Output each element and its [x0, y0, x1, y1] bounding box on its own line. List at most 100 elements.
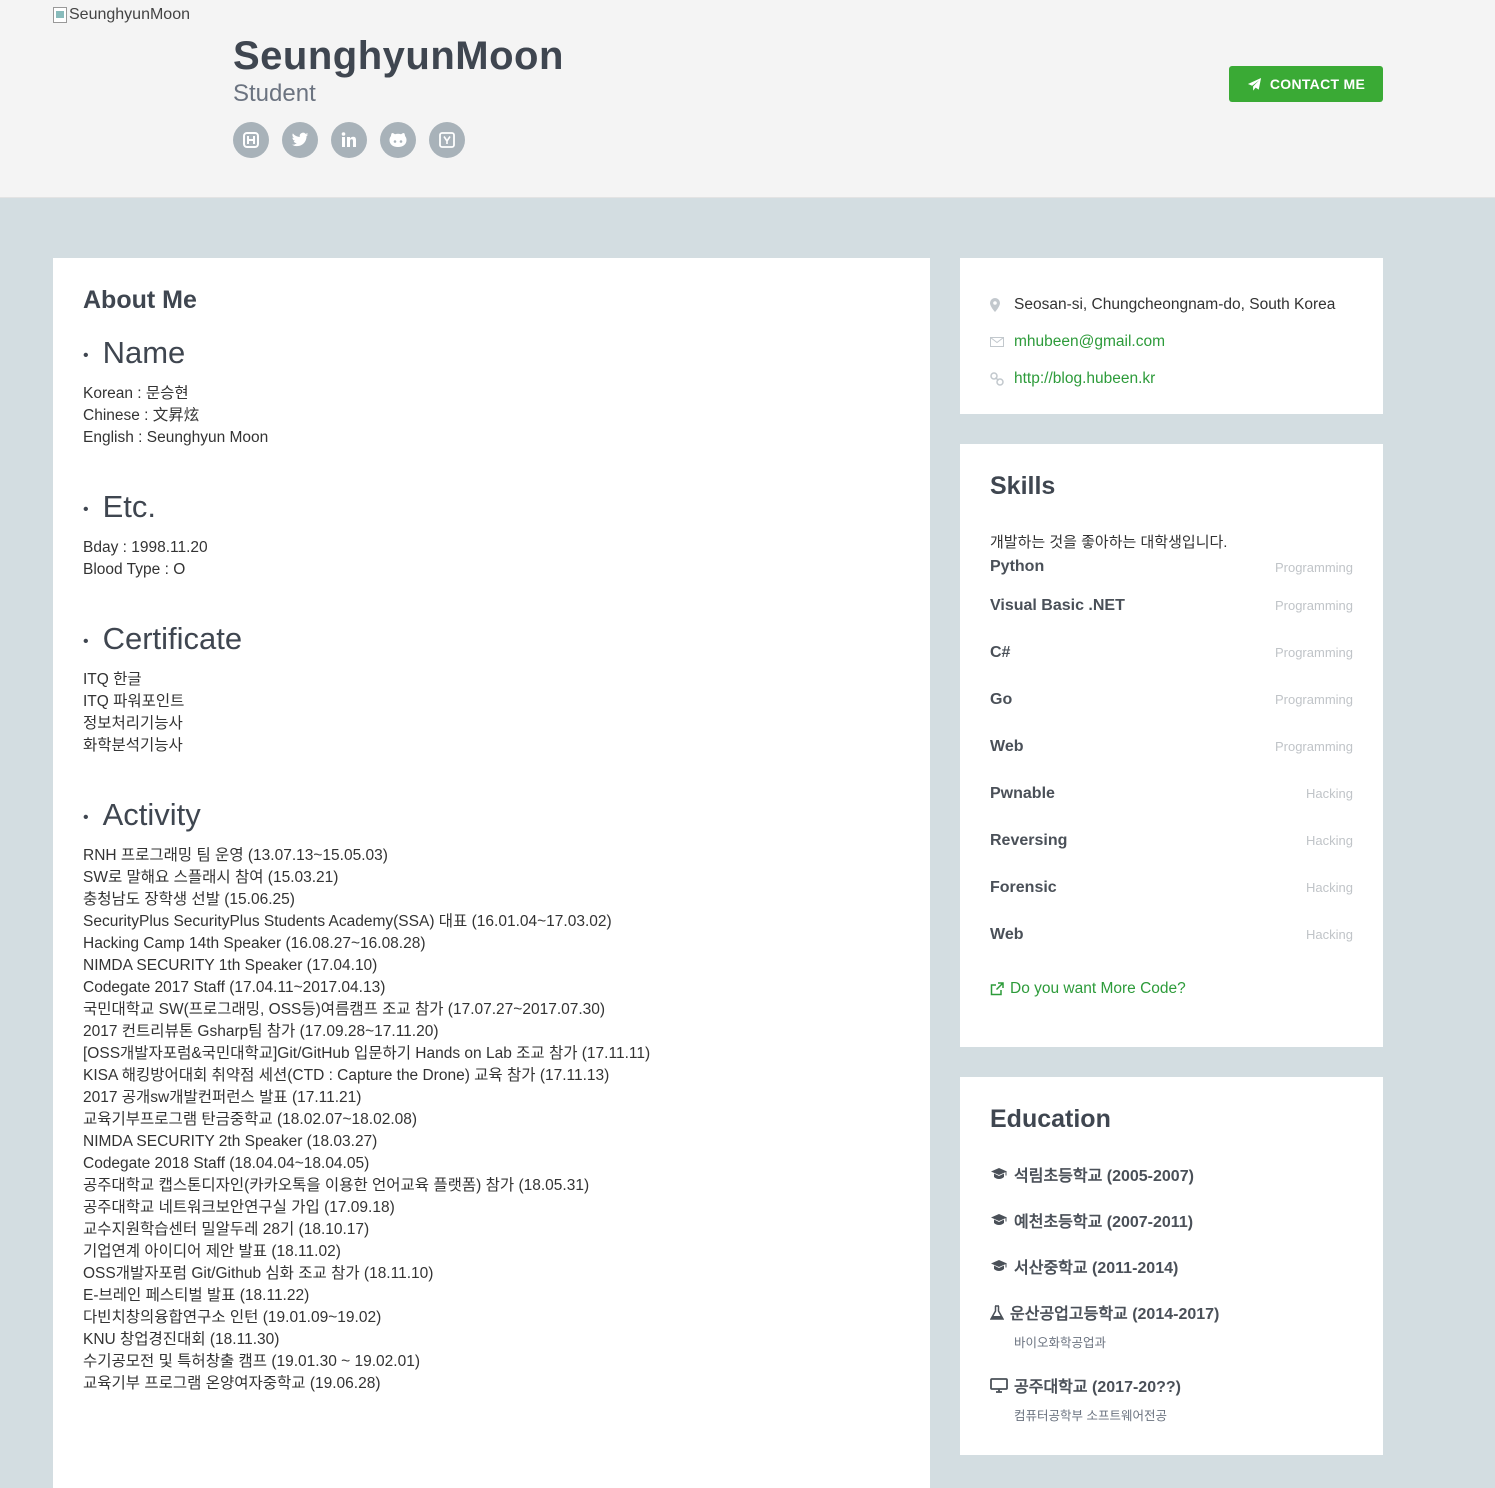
- skill-name: Web: [990, 925, 1024, 943]
- skill-category: Hacking: [1306, 927, 1353, 942]
- education-item: 서산중학교 (2011-2014): [990, 1254, 1353, 1278]
- skill-name: Forensic: [990, 878, 1057, 896]
- activity-item: 공주대학교 네트워크보안연구실 가입 (17.09.18): [83, 1199, 395, 1216]
- contact-info-card: Seosan-si, Chungcheongnam-do, South Kore…: [960, 258, 1383, 414]
- education-item: 운산공업고등학교 (2014-2017) 바이오화학공업과: [990, 1300, 1353, 1351]
- skill-category: Hacking: [1306, 786, 1353, 801]
- activity-item: NIMDA SECURITY 2th Speaker (18.03.27): [83, 1133, 378, 1150]
- hashnode-icon[interactable]: [233, 122, 269, 158]
- github-icon[interactable]: [380, 122, 416, 158]
- section-heading: Name: [83, 335, 900, 371]
- education-card: Education 석림초등학교 (2005-2007) 예천초등학교 (2007…: [960, 1077, 1383, 1455]
- skill-row: Forensic Hacking: [990, 864, 1353, 911]
- skill-row: Reversing Hacking: [990, 817, 1353, 864]
- school-major: 바이오화학공업과: [1014, 1336, 1107, 1350]
- more-code-link[interactable]: Do you want More Code?: [990, 980, 1353, 998]
- hackernews-icon[interactable]: [429, 122, 465, 158]
- activity-item: NIMDA SECURITY 1th Speaker (17.04.10): [83, 957, 378, 974]
- activity-item: Codegate 2018 Staff (18.04.04~18.04.05): [83, 1155, 370, 1172]
- skills-card: Skills 개발하는 것을 좋아하는 대학생입니다. Python Progra…: [960, 444, 1383, 1047]
- skill-name: Reversing: [990, 831, 1068, 849]
- activity-item: 교수지원학습센터 밀알두레 28기 (18.10.17): [83, 1221, 370, 1238]
- more-code-label: Do you want More Code?: [1010, 980, 1186, 997]
- activity-item: 국민대학교 SW(프로그래밍, OSS등)여름캠프 조교 참가 (17.07.2…: [83, 1001, 606, 1018]
- email-row: mhubeen@gmail.com: [990, 323, 1353, 360]
- graduation-cap-icon: [990, 1213, 1008, 1227]
- paper-plane-icon: [1247, 77, 1261, 91]
- skill-category: Programming: [1274, 645, 1353, 660]
- activity-item: SW로 말해요 스플래시 참여 (15.03.21): [83, 869, 339, 886]
- activity-item: 2017 공개sw개발컨퍼런스 발표 (17.11.21): [83, 1089, 362, 1106]
- skill-name: Go: [990, 690, 1013, 708]
- about-line: ITQ 한글: [83, 671, 142, 688]
- education-item: 예천초등학교 (2007-2011): [990, 1208, 1353, 1232]
- skills-title: Skills: [990, 472, 1056, 500]
- avatar-alt-text: SeunghyunMoon: [69, 6, 190, 23]
- location-text: Seosan-si, Chungcheongnam-do, South Kore…: [1014, 295, 1336, 313]
- skill-category: Programming: [1274, 739, 1353, 754]
- skill-row: Python Programming: [990, 552, 1353, 582]
- linkedin-icon[interactable]: [331, 122, 367, 158]
- skill-name: Pwnable: [990, 784, 1055, 802]
- skill-name: Python: [990, 558, 1045, 575]
- social-links: [233, 122, 465, 158]
- activity-item: [OSS개발자포럼&국민대학교]Git/GitHub 입문하기 Hands on…: [83, 1045, 651, 1062]
- skill-row: Web Programming: [990, 723, 1353, 770]
- education-item: 석림초등학교 (2005-2007): [990, 1162, 1353, 1186]
- location-row: Seosan-si, Chungcheongnam-do, South Kore…: [990, 286, 1353, 323]
- skill-row: Pwnable Hacking: [990, 770, 1353, 817]
- about-me-title: About Me: [83, 286, 197, 314]
- section-heading: Etc.: [83, 489, 900, 525]
- education-title-row: 공주대학교 (2017-20??): [990, 1373, 1353, 1397]
- about-line: 화학분석기능사: [83, 737, 183, 754]
- skill-category: Programming: [1274, 598, 1353, 613]
- about-me-card: About Me Name Korean : 문승현 Chinese : 文昇炫…: [53, 258, 930, 1488]
- activity-item: 교육기부프로그램 탄금중학교 (18.02.07~18.02.08): [83, 1111, 418, 1128]
- about-section-name: Name Korean : 문승현 Chinese : 文昇炫 English …: [83, 335, 900, 449]
- skill-row: Web Hacking: [990, 911, 1353, 958]
- education-title: Education: [990, 1105, 1111, 1133]
- website-link[interactable]: http://blog.hubeen.kr: [1014, 370, 1155, 388]
- flask-icon: [990, 1304, 1004, 1320]
- activity-item: 공주대학교 캡스톤디자인(카카오톡을 이용한 언어교육 플랫폼) 참가 (18.…: [83, 1177, 590, 1194]
- about-line: 정보처리기능사: [83, 715, 183, 732]
- graduation-cap-icon: [990, 1167, 1008, 1181]
- activity-item: 충청남도 장학생 선발 (15.06.25): [83, 891, 295, 908]
- section-heading: Certificate: [83, 621, 900, 657]
- skill-category: Hacking: [1306, 880, 1353, 895]
- skill-name: Web: [990, 737, 1024, 755]
- activity-item: 수기공모전 및 특허창출 캠프 (19.01.30 ~ 19.02.01): [83, 1353, 421, 1370]
- profile-header: SeunghyunMoon SeunghyunMoon Student CONT…: [0, 0, 1495, 198]
- activity-item: 다빈치창의융합연구소 인턴 (19.01.09~19.02): [83, 1309, 382, 1326]
- skill-name: Visual Basic .NET: [990, 596, 1125, 614]
- skill-row: C# Programming: [990, 629, 1353, 676]
- desktop-icon: [990, 1377, 1008, 1393]
- about-line: Blood Type : O: [83, 561, 186, 578]
- map-marker-icon: [990, 297, 1014, 312]
- activity-item: 2017 컨트리뷰톤 Gsharp팀 참가 (17.09.28~17.11.20…: [83, 1023, 439, 1040]
- link-icon: [990, 371, 1014, 386]
- activity-item: 교육기부 프로그램 온양여자중학교 (19.06.28): [83, 1375, 381, 1392]
- activity-item: OSS개발자포럼 Git/Github 심화 조교 참가 (18.11.10): [83, 1265, 434, 1282]
- skill-name: C#: [990, 643, 1011, 661]
- skill-category: Programming: [1274, 559, 1353, 575]
- school-name: 서산중학교 (2011-2014): [1014, 1260, 1179, 1277]
- profile-tagline: Student: [233, 80, 316, 107]
- school-name: 석림초등학교 (2005-2007): [1014, 1168, 1194, 1185]
- avatar: SeunghyunMoon: [53, 6, 190, 24]
- activity-item: Hacking Camp 14th Speaker (16.08.27~16.0…: [83, 935, 426, 952]
- envelope-icon: [990, 336, 1014, 347]
- education-title-row: 석림초등학교 (2005-2007): [990, 1162, 1353, 1186]
- about-line: Chinese : 文昇炫: [83, 407, 200, 424]
- school-name: 예천초등학교 (2007-2011): [1014, 1214, 1194, 1231]
- education-title-row: 예천초등학교 (2007-2011): [990, 1208, 1353, 1232]
- about-line: Bday : 1998.11.20: [83, 539, 208, 556]
- education-item: 공주대학교 (2017-20??) 컴퓨터공학부 소프트웨어전공: [990, 1373, 1353, 1424]
- education-list: 석림초등학교 (2005-2007) 예천초등학교 (2007-2011) 서산중학…: [990, 1162, 1353, 1424]
- contact-me-button[interactable]: CONTACT ME: [1229, 66, 1383, 102]
- skill-row: Visual Basic .NET Programming: [990, 582, 1353, 629]
- twitter-icon[interactable]: [282, 122, 318, 158]
- email-link[interactable]: mhubeen@gmail.com: [1014, 333, 1165, 351]
- website-row: http://blog.hubeen.kr: [990, 360, 1353, 397]
- section-heading: Activity: [83, 797, 900, 833]
